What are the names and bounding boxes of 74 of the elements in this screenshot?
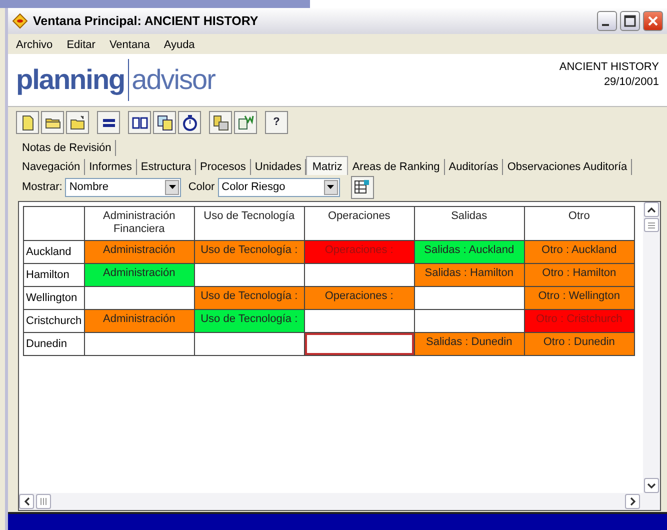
matrix-cell[interactable]: Administración	[84, 310, 194, 332]
grid-button[interactable]	[350, 176, 374, 198]
matrix-cell[interactable]: Uso de Tecnología :	[194, 286, 304, 310]
field-label: Mostrar:	[22, 180, 62, 195]
matrix-cell[interactable]: Salidas : Dunedin	[414, 332, 524, 356]
maximize-icon	[624, 15, 636, 27]
minimize-icon	[602, 24, 609, 26]
scroll-up-button[interactable]	[644, 202, 659, 217]
help-button[interactable]: ?	[265, 111, 288, 134]
toolbar-button[interactable]	[66, 111, 89, 134]
menu-item[interactable]: Ventana	[109, 37, 150, 51]
minimize-button[interactable]	[597, 11, 617, 31]
toolbar-button[interactable]	[128, 111, 151, 134]
matrix-cell[interactable]	[84, 332, 194, 356]
scroll-right-button[interactable]	[625, 494, 640, 509]
folder-icon	[70, 114, 86, 130]
matrix-cell[interactable]: Administración	[84, 264, 194, 286]
matrix-cell[interactable]	[304, 310, 414, 332]
matrix-cell[interactable]: Uso de Tecnología :	[194, 240, 304, 264]
tab[interactable]: Matriz	[306, 156, 348, 175]
maximize-button[interactable]	[620, 11, 640, 31]
toolbar-button[interactable]	[153, 111, 176, 134]
matrix-cell[interactable]: Otro : Hamilton	[524, 264, 634, 286]
scroll-down-button[interactable]	[644, 478, 659, 493]
matrix-cell[interactable]: Operaciones :	[304, 286, 414, 310]
scroll-left-button[interactable]	[19, 494, 34, 509]
chevron-down-icon	[647, 482, 656, 488]
matrix-cell[interactable]: Salidas : Hamilton	[414, 264, 524, 286]
matrix-cell[interactable]: Salidas : Auckland	[414, 240, 524, 264]
toolbar-button[interactable]	[178, 111, 201, 134]
matrix-cell[interactable]: Uso de Tecnología :	[194, 310, 304, 332]
dropdown[interactable]: Nombre	[65, 178, 182, 196]
close-button[interactable]	[643, 11, 663, 31]
row-header: Hamilton	[24, 264, 84, 286]
toolbar-button[interactable]	[41, 111, 64, 134]
menu-item[interactable]: Archivo	[16, 37, 53, 51]
grid-icon	[354, 179, 370, 195]
matrix-cell[interactable]	[194, 332, 304, 356]
matrix-cell[interactable]	[414, 286, 524, 310]
logo: planning advisor	[16, 56, 215, 104]
matrix-cell[interactable]: Otro : Dunedin	[524, 332, 634, 356]
matrix-cell[interactable]: Otro : Auckland	[524, 240, 634, 264]
documents-icon	[212, 114, 228, 130]
row-header: Auckland	[24, 240, 84, 264]
chevron-up-icon	[647, 206, 656, 212]
stopwatch-icon	[182, 114, 198, 130]
chevron-left-icon	[24, 497, 30, 506]
export-icon	[238, 114, 254, 130]
row-header: Wellington	[24, 286, 84, 310]
matrix-cell[interactable]	[304, 332, 414, 356]
toolbar-button[interactable]	[234, 111, 257, 134]
menu-item[interactable]: Editar	[66, 37, 96, 51]
field-label: Color	[188, 180, 215, 195]
copy-icon	[156, 114, 172, 130]
app-icon	[12, 13, 28, 29]
matrix-cell[interactable]: Administración	[84, 240, 194, 264]
date-text: 29/10/2001	[602, 75, 659, 90]
dropdown[interactable]: Color Riesgo	[218, 178, 340, 196]
caret-icon	[168, 185, 176, 189]
menu-item[interactable]: Ayuda	[164, 37, 195, 51]
document-icon	[20, 114, 36, 130]
row-header: Cristchurch	[24, 310, 84, 332]
project-name: ANCIENT HISTORY	[559, 60, 659, 75]
matrix-cell[interactable]: Otro : Wellington	[524, 286, 634, 310]
scroll-thumb[interactable]	[644, 218, 659, 232]
toolbar-button[interactable]	[16, 111, 39, 134]
chevron-right-icon	[630, 497, 636, 506]
toolbar-button[interactable]	[97, 111, 120, 134]
caret-icon	[327, 185, 334, 189]
window-title: Ventana Principal: ANCIENT HISTORY	[33, 12, 258, 30]
close-icon	[648, 16, 658, 26]
toolbar-button[interactable]	[209, 111, 232, 134]
row-header: Dunedin	[24, 332, 84, 356]
scroll-thumb[interactable]	[36, 494, 51, 509]
